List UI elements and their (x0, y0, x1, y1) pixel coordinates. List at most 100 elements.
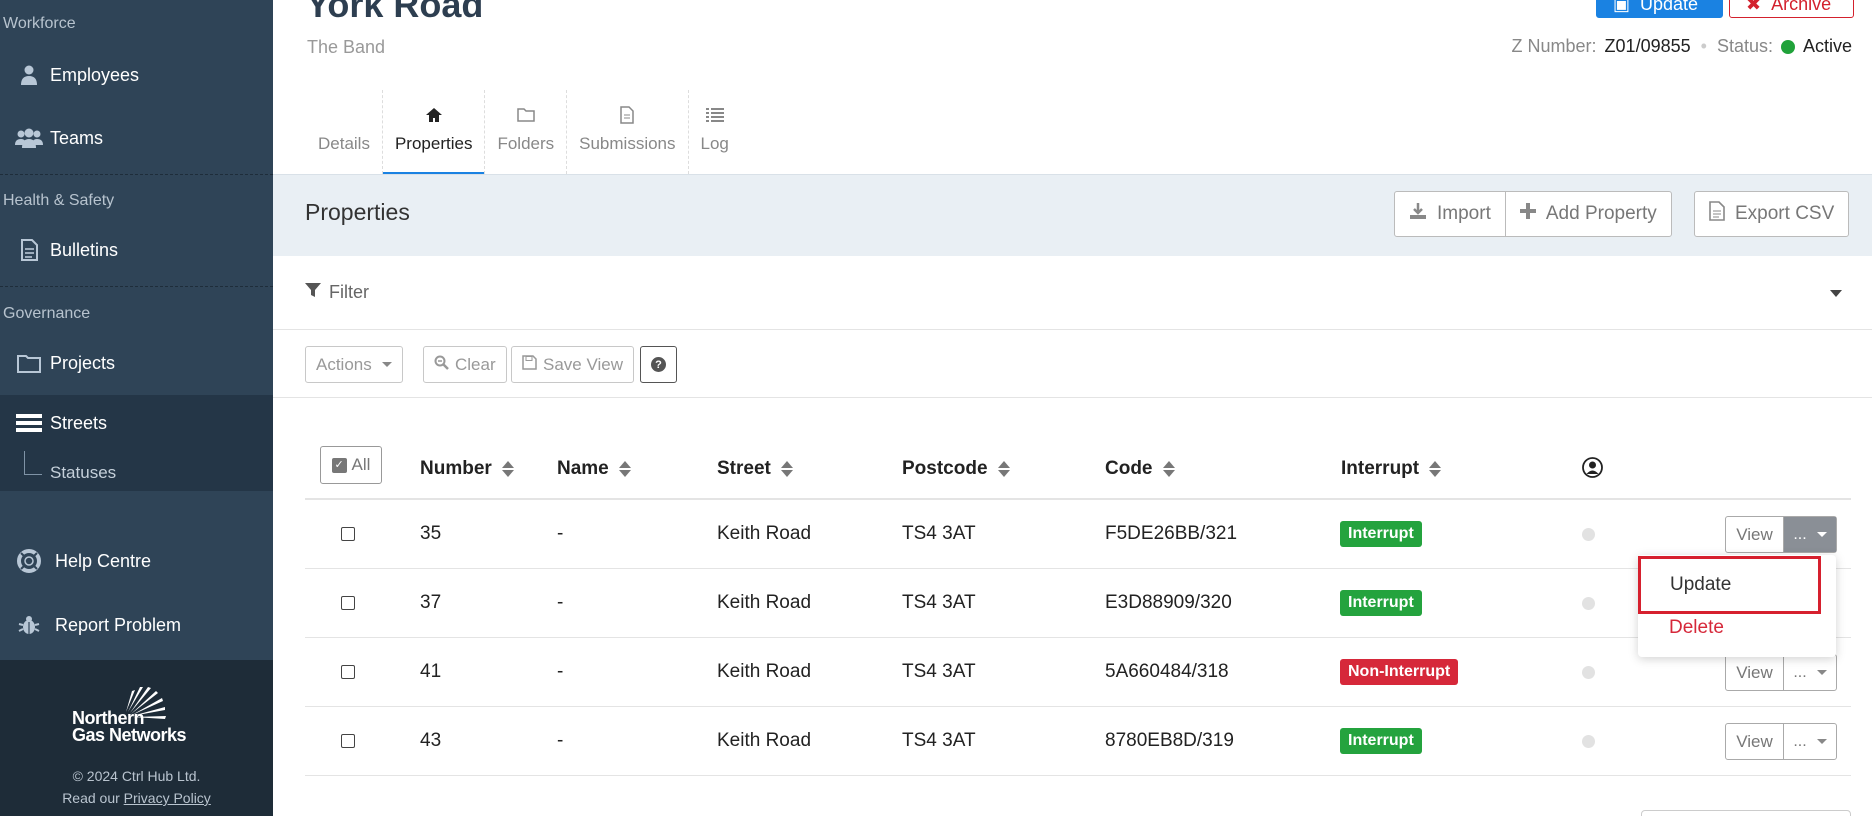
tab-label: Submissions (579, 134, 676, 153)
cell-name: - (557, 523, 564, 544)
column-interrupt[interactable]: Interrupt (1341, 458, 1442, 480)
export-csv-button[interactable]: Export CSV (1695, 192, 1848, 236)
z-number-value: Z01/09855 (1604, 36, 1691, 56)
view-button[interactable]: View (1726, 724, 1784, 759)
privacy-prefix: Read our (62, 790, 124, 806)
tab-log[interactable]: Log (689, 90, 741, 174)
tab-details[interactable]: Details (306, 90, 383, 174)
tab-submissions[interactable]: Submissions (567, 90, 689, 174)
clear-button[interactable]: Clear (423, 346, 507, 383)
more-actions-button[interactable]: ... (1784, 724, 1836, 759)
sidebar-item-statuses[interactable]: Statuses (50, 463, 116, 483)
status-dot (1780, 39, 1795, 54)
road-icon (12, 413, 46, 433)
cell-street: Keith Road (717, 661, 812, 682)
row-checkbox[interactable] (341, 596, 355, 610)
help-button[interactable]: ? (640, 346, 677, 383)
assignee-dot (1582, 528, 1595, 541)
update-icon: ▣ (1613, 0, 1631, 14)
add-property-button[interactable]: Add Property (1504, 192, 1671, 236)
view-button[interactable]: View (1726, 655, 1784, 690)
row-action-group: View ... (1725, 654, 1837, 691)
cell-number: 35 (420, 523, 442, 544)
cell-number: 43 (420, 730, 442, 751)
assignee-dot (1582, 735, 1595, 748)
archive-button[interactable]: ✖ Archive (1729, 0, 1854, 18)
sidebar-item-employees[interactable]: Employees (0, 47, 273, 103)
row-checkbox[interactable] (341, 665, 355, 679)
sidebar-item-help-centre[interactable]: Help Centre (0, 533, 273, 589)
cell-code: 5A660484/318 (1105, 661, 1229, 682)
cell-postcode: TS4 3AT (902, 523, 976, 544)
column-street[interactable]: Street (717, 458, 793, 480)
sidebar-item-bulletins[interactable]: Bulletins (0, 222, 273, 278)
select-all-label: All (351, 455, 371, 474)
row-checkbox[interactable] (341, 527, 355, 541)
cell-postcode: TS4 3AT (902, 592, 976, 613)
view-button[interactable]: View (1726, 517, 1784, 552)
caret-down-icon (1816, 739, 1827, 744)
cell-name: - (557, 661, 564, 682)
more-label: ... (1793, 663, 1807, 681)
row-checkbox[interactable] (341, 734, 355, 748)
save-view-button[interactable]: Save View (511, 346, 635, 383)
assignee-dot (1582, 666, 1595, 679)
table-row: 41 - Keith Road TS4 3AT 5A660484/318 Non… (305, 638, 1851, 707)
plus-icon (1519, 203, 1536, 225)
status-badge: Interrupt (1340, 590, 1422, 616)
tab-folders[interactable]: Folders (485, 90, 568, 174)
filter-bar[interactable]: Filter (273, 256, 1872, 330)
cell-street: Keith Road (717, 730, 812, 751)
caret-down-icon (381, 362, 392, 367)
cell-code: F5DE26BB/321 (1105, 523, 1238, 544)
sidebar-item-label: Projects (50, 352, 116, 373)
column-name[interactable]: Name (557, 458, 631, 480)
update-button[interactable]: ▣ Update (1596, 0, 1723, 18)
sidebar-item-projects[interactable]: Projects (0, 335, 273, 391)
more-actions-button[interactable]: ... (1784, 517, 1836, 552)
document-icon (620, 106, 635, 124)
sidebar-item-report-problem[interactable]: Report Problem (0, 597, 273, 653)
question-circle-icon: ? (651, 357, 666, 372)
filter-icon (305, 282, 321, 303)
status-badge: Interrupt (1340, 521, 1422, 547)
table-row: 43 - Keith Road TS4 3AT 8780EB8D/319 Int… (305, 707, 1851, 776)
sidebar-divider (0, 174, 273, 175)
tab-properties[interactable]: Properties (382, 90, 486, 175)
logo-line-2: Gas Networks (72, 725, 187, 745)
users-icon (12, 128, 46, 148)
panel-title: Properties (305, 199, 410, 225)
status-value: Active (1802, 36, 1852, 56)
checkbox-checked-icon: ✓ (331, 457, 347, 473)
cell-number: 41 (420, 661, 442, 682)
column-label: Street (717, 458, 771, 479)
sidebar-item-streets[interactable]: Streets (0, 395, 273, 451)
filter-toggle[interactable]: Filter (305, 282, 369, 303)
more-actions-button[interactable]: ... (1784, 655, 1836, 690)
cell-code: 8780EB8D/319 (1105, 730, 1234, 751)
page-title: York Road (306, 0, 484, 25)
sort-icon (618, 461, 631, 477)
menu-item-update[interactable]: Update (1638, 556, 1821, 614)
chevron-down-icon[interactable] (1830, 290, 1842, 297)
column-postcode[interactable]: Postcode (902, 458, 1010, 480)
table-toolbar: Actions Clear Save View ? (273, 330, 1872, 398)
import-button[interactable]: Import (1395, 192, 1505, 236)
actions-label: Actions (316, 354, 372, 374)
actions-dropdown[interactable]: Actions (305, 346, 403, 383)
column-number[interactable]: Number (420, 458, 514, 480)
close-icon: ✖ (1746, 0, 1762, 14)
export-group: Export CSV (1694, 191, 1850, 237)
privacy-policy-link[interactable]: Privacy Policy (124, 790, 211, 806)
section-governance: Governance (3, 305, 91, 322)
menu-item-delete[interactable]: Delete (1669, 617, 1724, 639)
export-csv-label: Export CSV (1735, 203, 1835, 224)
cell-code: E3D88909/320 (1105, 592, 1232, 613)
select-all-button[interactable]: ✓ All (320, 446, 382, 484)
add-property-label: Add Property (1545, 203, 1657, 224)
column-code[interactable]: Code (1105, 458, 1175, 480)
page-subtitle: The Band (307, 37, 386, 57)
file-icon (1709, 201, 1725, 227)
sidebar-item-teams[interactable]: Teams (0, 110, 273, 166)
sidebar-item-label: Streets (50, 412, 108, 433)
